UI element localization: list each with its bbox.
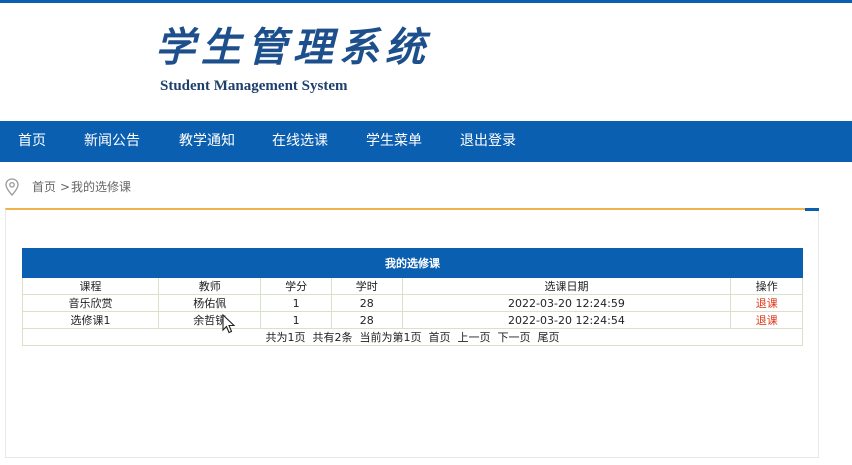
cell-date: 2022-03-20 12:24:54 [401, 311, 732, 329]
nav-logout[interactable]: 退出登录 [460, 121, 516, 162]
drop-course-link[interactable]: 退课 [730, 294, 803, 312]
cell-date: 2022-03-20 12:24:59 [401, 294, 732, 312]
breadcrumb-current: 我的选修课 [71, 180, 132, 194]
cell-hours: 28 [330, 294, 403, 312]
nav-teaching-notice[interactable]: 教学通知 [179, 121, 235, 162]
cell-course: 选修课1 [21, 311, 160, 329]
cell-course: 音乐欣赏 [21, 294, 160, 312]
pagination: 共为1页 共有2条 当前为第1页 首页 上一页 下一页 尾页 [22, 328, 803, 346]
elective-course-table: 我的选修课 课程 教师 学分 学时 选课日期 操作 音乐欣赏 杨佑佩 1 28 … [21, 248, 803, 346]
nav-course-select[interactable]: 在线选课 [272, 121, 328, 162]
site-logo: 学生管理系统 Student Management System [155, 24, 425, 94]
table-header-row: 课程 教师 学分 学时 选课日期 操作 [21, 277, 803, 295]
pager-prev[interactable]: 上一页 [458, 331, 491, 344]
col-credit: 学分 [260, 277, 332, 295]
cell-credit: 1 [260, 294, 332, 312]
col-date: 选课日期 [401, 277, 732, 295]
mouse-cursor-icon [222, 314, 236, 334]
pager-total-pages: 共为1页 [265, 331, 306, 344]
pager-first[interactable]: 首页 [429, 331, 451, 344]
nav-student-menu[interactable]: 学生菜单 [366, 121, 422, 162]
breadcrumb-separator: > [60, 180, 71, 194]
col-teacher: 教师 [158, 277, 262, 295]
main-nav: 首页 新闻公告 教学通知 在线选课 学生菜单 退出登录 [0, 121, 852, 162]
drop-course-link[interactable]: 退课 [730, 311, 803, 329]
top-accent-line [0, 0, 852, 3]
col-course: 课程 [21, 277, 160, 295]
table-caption: 我的选修课 [22, 248, 803, 278]
col-hours: 学时 [330, 277, 403, 295]
table-row: 选修课1 余哲镜 1 28 2022-03-20 12:24:54 退课 [21, 311, 803, 329]
nav-news[interactable]: 新闻公告 [84, 121, 140, 162]
cell-teacher: 余哲镜 [158, 311, 262, 329]
pager-last[interactable]: 尾页 [538, 331, 560, 344]
col-action: 操作 [730, 277, 803, 295]
logo-title-cn: 学生管理系统 [155, 24, 431, 71]
breadcrumb-home[interactable]: 首页 [32, 177, 56, 197]
logo-title-en: Student Management System [160, 78, 348, 94]
pager-next[interactable]: 下一页 [498, 331, 531, 344]
pager-current: 当前为第1页 [359, 331, 422, 344]
cell-credit: 1 [260, 311, 332, 329]
pager-total-items: 共有2条 [312, 331, 353, 344]
panel-accent [805, 208, 819, 211]
table-row: 音乐欣赏 杨佑佩 1 28 2022-03-20 12:24:59 退课 [21, 294, 803, 312]
cell-teacher: 杨佑佩 [158, 294, 262, 312]
cell-hours: 28 [330, 311, 403, 329]
nav-home[interactable]: 首页 [18, 121, 46, 162]
location-pin-icon [5, 178, 19, 196]
